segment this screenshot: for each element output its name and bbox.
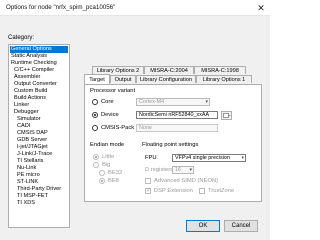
core-value: Cortex-M4 (139, 99, 165, 105)
tab-target[interactable]: Target (84, 74, 110, 84)
category-item[interactable]: Linker (10, 102, 68, 109)
cmsis-pack-label: CMSIS-Pack (101, 125, 135, 131)
endian-be32-radio[interactable] (99, 170, 105, 176)
category-item[interactable]: Build Actions (10, 95, 68, 102)
category-item[interactable]: General Options (10, 46, 68, 53)
category-item[interactable]: Nu-Link (10, 165, 68, 172)
tab-output[interactable]: Output (110, 75, 136, 83)
category-item[interactable]: Output Converter (10, 81, 68, 88)
d-registers-select[interactable]: 16 ▾ (172, 166, 194, 174)
category-item[interactable]: TI MSP-FET (10, 193, 68, 200)
fpu-value: VFPv4 single precision (175, 155, 230, 161)
category-item[interactable]: TI XDS (10, 200, 68, 207)
cmsis-pack-radio[interactable] (92, 125, 98, 131)
d-registers-value: 16 (175, 167, 181, 173)
endian-big-radio[interactable] (93, 162, 99, 168)
category-item[interactable]: PE micro (10, 172, 68, 179)
device-radio[interactable] (92, 112, 98, 118)
category-label: Category: (8, 35, 35, 41)
category-item[interactable]: Runtime Checking (10, 60, 68, 67)
endian-be8-label: BE8 (108, 178, 119, 184)
close-icon[interactable]: ✕ (255, 2, 267, 14)
category-item[interactable]: CADI (10, 123, 68, 130)
processor-variant-label: Processor variant (90, 88, 136, 94)
category-item[interactable]: Static Analysis (10, 53, 68, 60)
device-label: Device (101, 112, 119, 118)
cancel-button[interactable]: Cancel (224, 220, 258, 232)
category-item[interactable]: Assembler (10, 74, 68, 81)
device-value: NordicSemi nRF52840_xxAA (139, 112, 210, 118)
chevron-down-icon: ▾ (189, 167, 192, 173)
category-item[interactable]: C/C++ Compiler (10, 67, 68, 74)
title-bar: Options for node "nrfx_spim_pca10056" ✕ (0, 0, 270, 16)
endian-little-label: Little (102, 154, 115, 160)
category-item[interactable]: Simulator (10, 116, 68, 123)
core-radio[interactable] (92, 99, 98, 105)
category-item[interactable]: Custom Build (10, 88, 68, 95)
floating-point-settings-label: Floating point settings (142, 142, 199, 148)
neon-label: Advanced SIMD (NEON) (154, 178, 219, 184)
category-item[interactable]: J-Link/J-Trace (10, 151, 68, 158)
d-registers-label: D registers (145, 167, 174, 173)
window-title: Options for node "nrfx_spim_pca10056" (6, 4, 116, 11)
tab-library-options-2[interactable]: Library Options 2 (92, 66, 144, 74)
fpu-select[interactable]: VFPv4 single precision ▾ (172, 154, 246, 162)
device-browse-icon[interactable] (221, 111, 232, 120)
cmsis-pack-field[interactable]: None (136, 124, 218, 132)
category-item[interactable]: TI Stellaris (10, 158, 68, 165)
core-label: Core (101, 99, 114, 105)
chevron-down-icon: ▾ (205, 99, 208, 105)
tab-misra-2004[interactable]: MISRA-C:2004 (144, 66, 194, 74)
endian-be32-label: BE32 (108, 170, 123, 176)
cmsis-pack-value: None (139, 125, 152, 131)
core-select[interactable]: Cortex-M4 ▾ (136, 98, 210, 106)
chevron-down-icon: ▾ (241, 155, 244, 161)
tab-library-options-1[interactable]: Library Options 1 (196, 75, 252, 83)
category-item[interactable]: ST-LINK (10, 179, 68, 186)
trustzone-label: TrustZone (208, 188, 235, 194)
trustzone-checkbox[interactable] (199, 188, 205, 194)
tab-library-configuration[interactable]: Library Configuration (136, 75, 196, 83)
category-item[interactable]: CMSIS DAP (10, 130, 68, 137)
fpu-label: FPU (145, 155, 157, 161)
category-item[interactable]: I-jet/JTAGjet (10, 144, 68, 151)
dsp-extension-checkbox[interactable] (145, 187, 151, 194)
tab-misra-1998[interactable]: MISRA-C:1998 (194, 66, 246, 74)
ok-button[interactable]: OK (186, 220, 220, 232)
category-item[interactable]: GDB Server (10, 137, 68, 144)
endian-be8-radio[interactable] (99, 178, 105, 184)
dsp-extension-label: DSP Extension (154, 188, 193, 194)
category-item[interactable]: Debugger (10, 109, 68, 116)
endian-big-label: Big (102, 162, 111, 168)
neon-checkbox[interactable] (145, 178, 151, 184)
category-item[interactable]: Third-Party Driver (10, 186, 68, 193)
endian-mode-label: Endian mode (90, 142, 125, 148)
device-field[interactable]: NordicSemi nRF52840_xxAA (136, 111, 218, 119)
category-list[interactable]: General Options Static Analysis Runtime … (8, 44, 70, 228)
endian-little-radio[interactable] (93, 154, 99, 160)
